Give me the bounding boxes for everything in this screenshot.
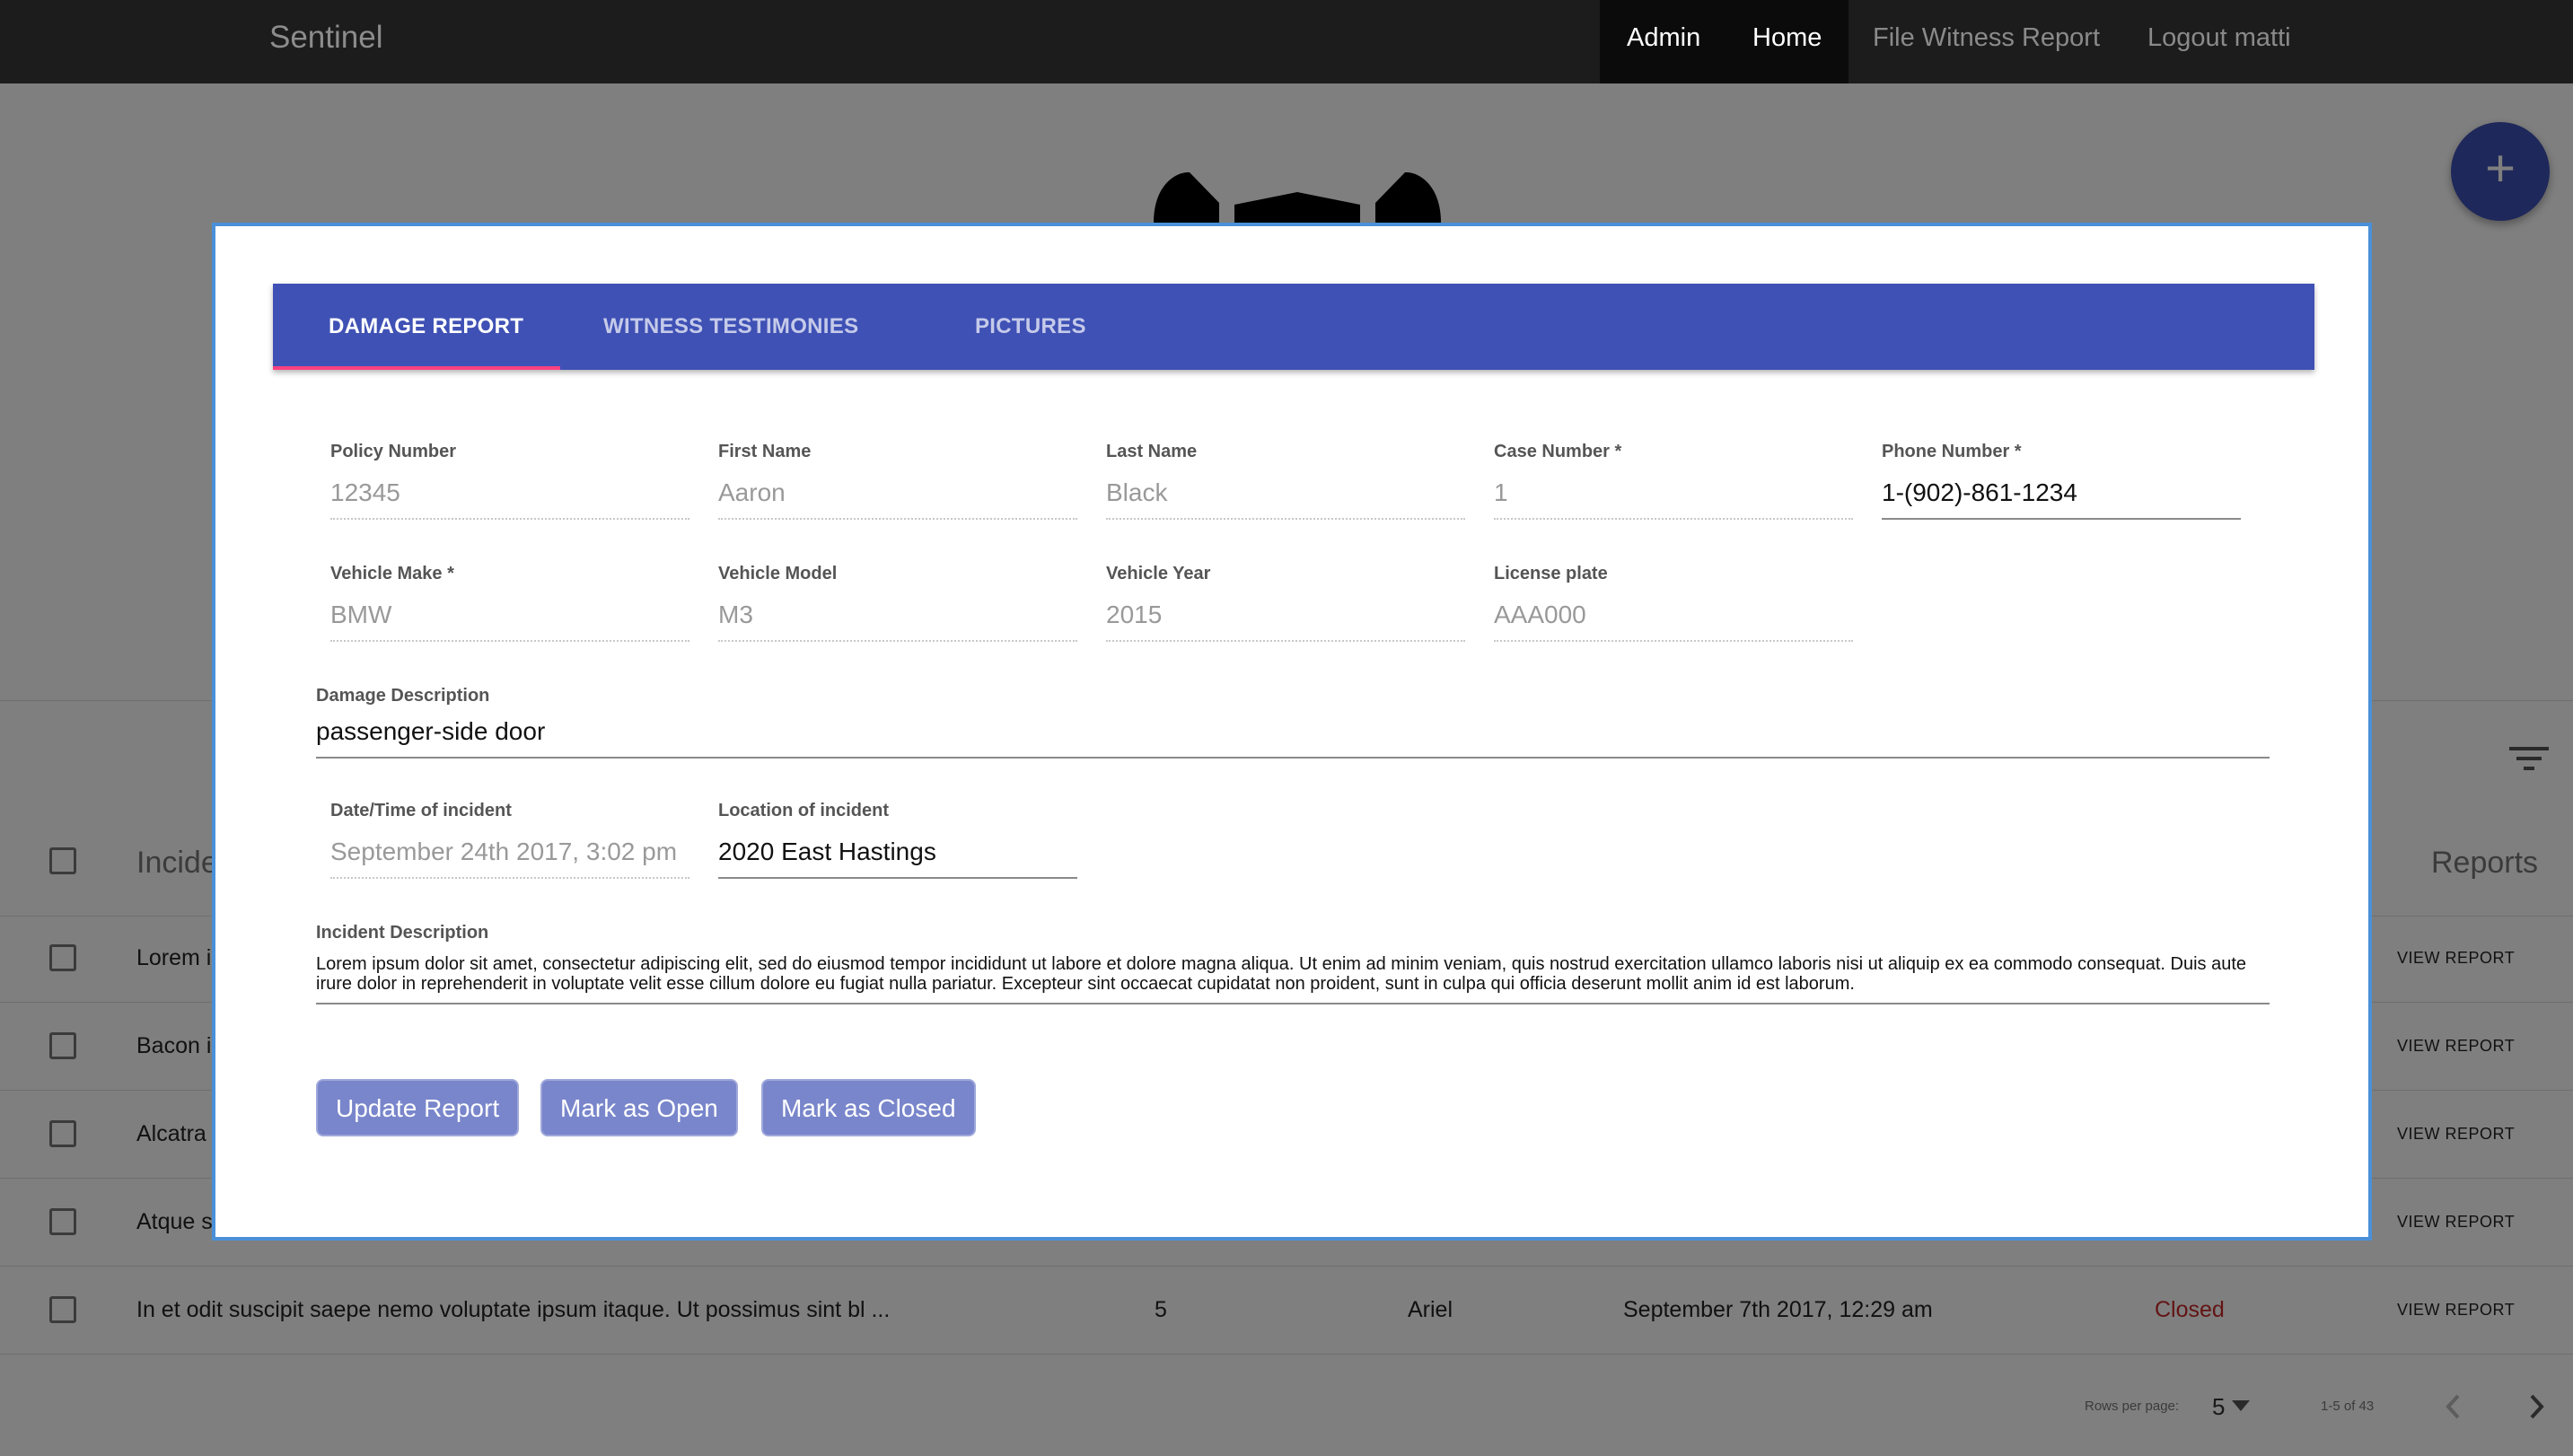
license-plate-label: License plate xyxy=(1494,564,1608,583)
vehicle-year-input[interactable]: 2015 xyxy=(1106,601,1465,642)
tab-witness-testimonies[interactable]: WITNESS TESTIMONIES xyxy=(603,284,858,370)
report-dialog: DAMAGE REPORT WITNESS TESTIMONIES PICTUR… xyxy=(212,223,2372,1241)
incident-datetime-label: Date/Time of incident xyxy=(330,801,512,820)
case-number-input[interactable]: 1 xyxy=(1494,478,1853,520)
vehicle-make-field[interactable]: Vehicle Make * BMW xyxy=(330,564,689,642)
vehicle-model-label: Vehicle Model xyxy=(718,564,838,583)
first-name-input[interactable]: Aaron xyxy=(718,478,1077,520)
damage-description-field[interactable]: Damage Description passenger-side door xyxy=(316,686,2270,759)
incident-description-field[interactable]: Incident Description Lorem ipsum dolor s… xyxy=(316,923,2270,1004)
mark-as-closed-button[interactable]: Mark as Closed xyxy=(761,1079,976,1136)
first-name-label: First Name xyxy=(718,442,812,461)
damage-description-label: Damage Description xyxy=(316,686,490,706)
policy-number-input[interactable]: 12345 xyxy=(330,478,689,520)
incident-description-label: Incident Description xyxy=(316,923,489,943)
vehicle-model-field[interactable]: Vehicle Model M3 xyxy=(718,564,1077,642)
incident-datetime-input[interactable]: September 24th 2017, 3:02 pm xyxy=(330,838,689,879)
vehicle-year-field[interactable]: Vehicle Year 2015 xyxy=(1106,564,1465,642)
top-navbar: Sentinel Admin Home File Witness Report … xyxy=(0,0,2573,83)
last-name-label: Last Name xyxy=(1106,442,1198,461)
incident-location-field[interactable]: Location of incident 2020 East Hastings xyxy=(718,801,1077,879)
case-number-label: Case Number * xyxy=(1494,442,1622,461)
active-tab-indicator xyxy=(273,366,560,370)
nav-file-witness-report[interactable]: File Witness Report xyxy=(1846,0,2127,83)
nav-admin[interactable]: Admin xyxy=(1600,0,1728,83)
nav-logout[interactable]: Logout matti xyxy=(2121,0,2318,83)
phone-number-input[interactable]: 1-(902)-861-1234 xyxy=(1882,478,2241,520)
mark-as-open-button[interactable]: Mark as Open xyxy=(540,1079,738,1136)
last-name-input[interactable]: Black xyxy=(1106,478,1465,520)
incident-datetime-field[interactable]: Date/Time of incident September 24th 201… xyxy=(330,801,689,879)
vehicle-make-label: Vehicle Make * xyxy=(330,564,454,583)
update-report-button[interactable]: Update Report xyxy=(316,1079,520,1136)
phone-number-field[interactable]: Phone Number * 1-(902)-861-1234 xyxy=(1882,442,2241,520)
vehicle-make-input[interactable]: BMW xyxy=(330,601,689,642)
incident-location-label: Location of incident xyxy=(718,801,889,820)
first-name-field[interactable]: First Name Aaron xyxy=(718,442,1077,520)
vehicle-year-label: Vehicle Year xyxy=(1106,564,1211,583)
vehicle-model-input[interactable]: M3 xyxy=(718,601,1077,642)
last-name-field[interactable]: Last Name Black xyxy=(1106,442,1465,520)
policy-number-label: Policy Number xyxy=(330,442,457,461)
incident-description-textarea[interactable]: Lorem ipsum dolor sit amet, consectetur … xyxy=(316,954,2270,1004)
tab-damage-report[interactable]: DAMAGE REPORT xyxy=(329,284,523,370)
policy-number-field[interactable]: Policy Number 12345 xyxy=(330,442,689,520)
phone-number-label: Phone Number * xyxy=(1882,442,2022,461)
brand-logo-text[interactable]: Sentinel xyxy=(269,20,382,56)
tab-pictures[interactable]: PICTURES xyxy=(975,284,1086,370)
nav-home[interactable]: Home xyxy=(1726,0,1849,83)
report-tabs: DAMAGE REPORT WITNESS TESTIMONIES PICTUR… xyxy=(273,284,2314,370)
damage-description-input[interactable]: passenger-side door xyxy=(316,717,2270,759)
license-plate-field[interactable]: License plate AAA000 xyxy=(1494,564,1853,642)
incident-location-input[interactable]: 2020 East Hastings xyxy=(718,838,1077,879)
case-number-field[interactable]: Case Number * 1 xyxy=(1494,442,1853,520)
license-plate-input[interactable]: AAA000 xyxy=(1494,601,1853,642)
